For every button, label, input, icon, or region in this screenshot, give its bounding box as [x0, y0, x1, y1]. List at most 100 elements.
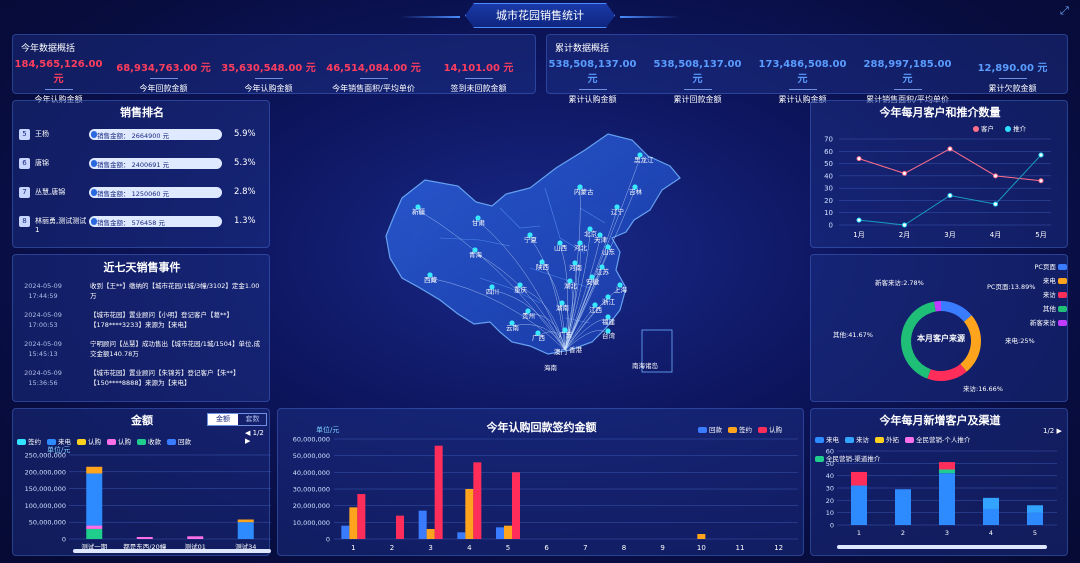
map-province-label[interactable]: 宁夏 [524, 234, 537, 244]
map-province-label[interactable]: 河南 [569, 262, 582, 272]
y-tick-label: 0 [830, 522, 834, 530]
source-legend-item[interactable]: PC页面 [1011, 261, 1069, 271]
donut-slice[interactable] [927, 363, 967, 381]
donut-slice[interactable] [941, 301, 972, 322]
map-province-label[interactable]: 内蒙古 [574, 186, 594, 196]
fullscreen-icon[interactable]: ⤢ [1060, 4, 1072, 17]
map-province-label[interactable]: 贵州 [522, 310, 535, 320]
bar[interactable] [357, 494, 366, 539]
ranking-row[interactable]: 5 王杨 销售金额： 2664900 元 5.9% [19, 126, 269, 146]
source-legend-item[interactable]: 来访 [1011, 289, 1069, 299]
ranking-row[interactable]: 6 唐锦 销售金额： 2400691 元 5.3% [19, 155, 269, 175]
bar[interactable] [396, 515, 404, 539]
bar-segment[interactable] [895, 489, 911, 525]
map-province-label[interactable]: 香港 [569, 344, 582, 354]
kpi-label: 今年回款金额 [139, 84, 188, 93]
bar[interactable] [457, 532, 466, 539]
newcust-scrollbar[interactable] [837, 545, 1047, 549]
bar-segment[interactable] [1027, 512, 1043, 525]
map-province-label[interactable]: 台湾 [602, 330, 615, 340]
bar[interactable] [426, 529, 435, 539]
bar-segment[interactable] [983, 508, 999, 525]
bar[interactable] [512, 472, 520, 539]
data-point[interactable] [947, 193, 953, 199]
map-province-label[interactable]: 河北 [574, 242, 587, 252]
data-point[interactable] [993, 201, 998, 207]
map-province-label[interactable]: 天津 [594, 234, 607, 244]
bar-segment[interactable] [939, 462, 955, 470]
source-legend-item[interactable]: 来电 [1011, 275, 1069, 285]
bar-segment[interactable] [237, 522, 254, 539]
map-province-label[interactable]: 青海 [469, 249, 482, 259]
y-tick-label: 50,000,000 [29, 519, 66, 527]
bar[interactable] [496, 527, 504, 539]
map-province-label[interactable]: 新疆 [412, 206, 425, 216]
map-province-label[interactable]: 澳门 [554, 346, 567, 356]
map-province-label[interactable]: 重庆 [514, 284, 527, 294]
bar-segment[interactable] [939, 473, 955, 525]
data-point[interactable] [993, 173, 998, 179]
bar-segment[interactable] [86, 473, 103, 526]
bar[interactable] [341, 525, 350, 539]
bar[interactable] [504, 525, 512, 539]
amount-scrollbar[interactable] [73, 549, 271, 553]
bar[interactable] [697, 534, 706, 539]
data-point[interactable] [902, 222, 907, 228]
bar-segment[interactable] [187, 536, 204, 539]
map-province-label[interactable]: 上海 [614, 284, 627, 294]
map-province-label[interactable]: 黑龙江 [634, 154, 654, 164]
source-legend-item[interactable]: 其他 [1011, 303, 1069, 313]
map-province-label[interactable]: 西藏 [424, 274, 437, 284]
rank-amount: 销售金额： 2400691 元 [97, 161, 170, 169]
map-province-label[interactable]: 广西 [532, 332, 545, 342]
map-province-label[interactable]: 浙江 [602, 296, 615, 306]
data-point[interactable] [856, 156, 862, 162]
map-province-label[interactable]: 山西 [554, 242, 567, 252]
ranking-row[interactable]: 8 林丽勇,测试测试1 销售金额： 576458 元 1.3% [19, 213, 269, 234]
bar-segment[interactable] [136, 536, 153, 539]
bar-segment[interactable] [86, 528, 103, 539]
bar[interactable] [473, 462, 482, 539]
map-province-label[interactable]: 湖北 [564, 280, 577, 290]
y-tick-label: 30 [826, 485, 834, 493]
map-province-label[interactable]: 广东 [559, 329, 572, 339]
data-point[interactable] [947, 146, 953, 152]
data-point[interactable] [902, 170, 907, 176]
map-province-label[interactable]: 安徽 [586, 276, 599, 286]
bar-segment[interactable] [939, 469, 955, 474]
map-province-label[interactable]: 江苏 [596, 266, 609, 276]
bar-segment[interactable] [237, 519, 254, 523]
legend-label: PC页面 [1034, 263, 1056, 271]
bar-segment[interactable] [851, 471, 867, 486]
map-province-label[interactable]: 吉林 [629, 186, 642, 196]
map-province-label[interactable]: 南海诸岛 [632, 360, 658, 370]
map-province-label[interactable]: 云南 [506, 322, 519, 332]
bar[interactable] [349, 507, 358, 539]
map-province-label[interactable]: 海南 [544, 362, 557, 372]
china-map[interactable]: 黑龙江 吉林 内蒙古 辽宁 北京 天津 河北 山西 宁夏 甘肃 新疆 青海 西藏 陕西 河南 山东 江苏 安徽 湖北… [380, 128, 700, 378]
bar-segment[interactable] [983, 497, 999, 509]
map-province-label[interactable]: 江西 [589, 304, 602, 314]
bar[interactable] [418, 510, 427, 539]
source-legend-item[interactable]: 新客来访 [1011, 317, 1069, 327]
data-point[interactable] [1038, 152, 1044, 158]
event-date: 2024-05-09 15:36:56 [17, 368, 69, 388]
map-province-label[interactable]: 四川 [486, 286, 499, 296]
map-province-label[interactable]: 辽宁 [611, 206, 624, 216]
map-province-label[interactable]: 山东 [602, 246, 615, 256]
map-province-label[interactable]: 福建 [602, 316, 615, 326]
bar-segment[interactable] [86, 525, 103, 529]
data-point[interactable] [856, 217, 862, 223]
bar-segment[interactable] [851, 485, 867, 525]
bar-segment[interactable] [1027, 505, 1043, 513]
bar[interactable] [465, 489, 474, 539]
y-tick-label: 60 [824, 148, 833, 156]
map-province-label[interactable]: 湖南 [556, 302, 569, 312]
data-point[interactable] [1038, 178, 1044, 184]
signed-panel: 今年认购回款签约金额 回款 签约 认购 单位/元 0 10,000,000 20,000… [277, 408, 804, 556]
ranking-row[interactable]: 7 丛慧,唐锦 销售金额： 1250060 元 2.8% [19, 184, 269, 204]
map-province-label[interactable]: 甘肃 [472, 217, 485, 227]
bar-segment[interactable] [86, 466, 103, 474]
map-province-label[interactable]: 陕西 [536, 261, 549, 271]
bar[interactable] [434, 445, 443, 539]
